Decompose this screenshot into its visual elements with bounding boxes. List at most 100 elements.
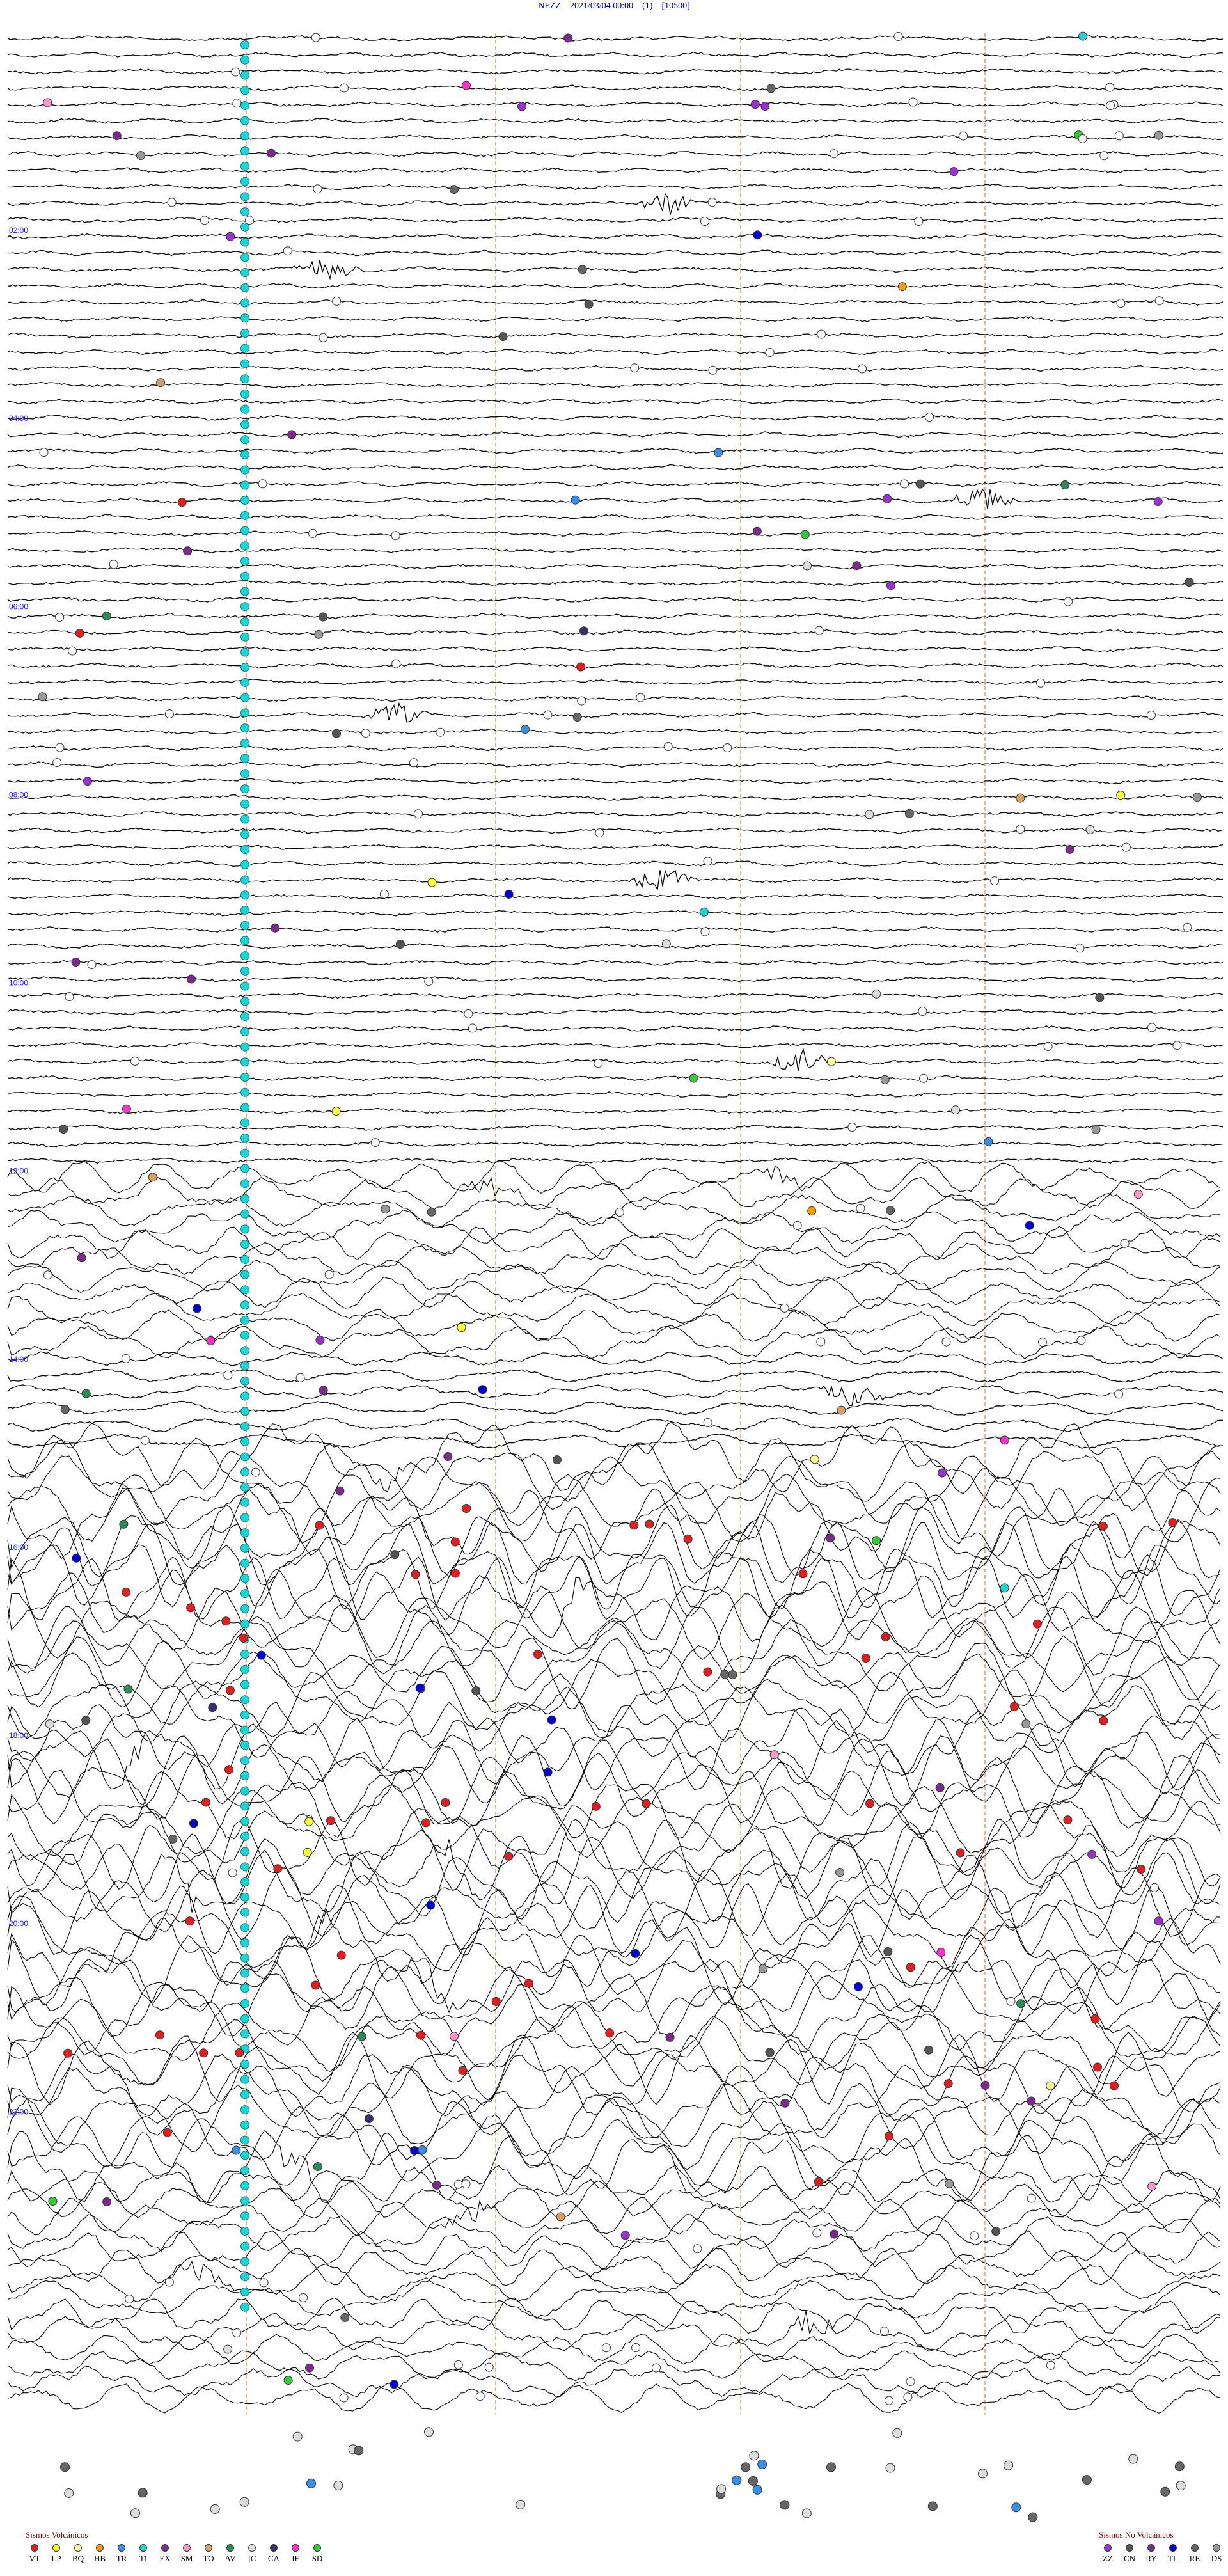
event-marker [826, 1057, 836, 1066]
event-marker [1168, 1518, 1177, 1528]
event-marker [1110, 2081, 1119, 2090]
event-marker [1116, 299, 1126, 308]
event-marker [319, 612, 328, 622]
ti-marker [240, 177, 249, 186]
seismic-trace [7, 1983, 1221, 2056]
event-marker [311, 1980, 320, 1990]
event-marker [326, 1816, 335, 1826]
ti-marker [240, 1346, 249, 1355]
event-marker [1021, 1719, 1031, 1729]
event-marker [716, 2484, 727, 2494]
seismic-trace [7, 35, 1224, 42]
event-marker [130, 1056, 139, 1066]
event-marker [865, 810, 874, 819]
event-marker [432, 2180, 441, 2190]
event-marker [517, 102, 526, 111]
ti-marker [240, 1604, 249, 1613]
event-marker [595, 828, 604, 838]
ti-marker [240, 420, 249, 429]
legend-volcanic-dot-ca [270, 2544, 278, 2552]
event-marker [491, 1996, 501, 2006]
event-marker [1016, 825, 1025, 834]
seismic-trace [7, 1141, 1224, 1148]
event-marker [39, 448, 49, 457]
event-marker [803, 561, 812, 571]
ti-marker [240, 966, 249, 976]
event-marker [780, 2500, 790, 2510]
event-marker [576, 662, 586, 672]
event-marker [443, 1452, 453, 1461]
event-marker [935, 1783, 945, 1792]
event-marker [903, 2392, 913, 2402]
event-marker [1006, 1996, 1016, 2006]
ti-marker [240, 1482, 249, 1492]
seismic-trace [7, 2350, 1221, 2382]
event-marker [572, 713, 582, 722]
ti-marker [240, 1240, 249, 1249]
event-marker [55, 613, 65, 622]
ti-marker [240, 435, 249, 445]
event-marker [1000, 1435, 1009, 1445]
event-marker [943, 2079, 953, 2089]
ti-marker [240, 146, 249, 156]
ti-marker [240, 1664, 249, 1674]
seismic-trace [7, 1417, 1224, 1432]
event-marker [299, 2293, 308, 2302]
event-marker [1075, 944, 1085, 953]
event-marker [1192, 793, 1202, 802]
seismic-trace [7, 844, 1224, 851]
ti-marker [240, 1543, 249, 1553]
seismic-trace [7, 1124, 1224, 1131]
seismic-trace [7, 860, 1224, 867]
event-marker [852, 561, 862, 571]
seismic-trace [7, 1400, 1224, 1416]
event-marker [1105, 83, 1115, 92]
ti-marker [240, 1012, 249, 1022]
seismic-trace [7, 1091, 1224, 1098]
ti-marker [240, 237, 249, 247]
ti-marker [240, 845, 249, 855]
seismic-trace [7, 514, 1224, 521]
ti-marker [240, 1103, 249, 1112]
seismic-trace [7, 959, 1224, 966]
seismic-trace [7, 702, 1224, 723]
event-marker [714, 448, 723, 457]
event-marker [577, 696, 586, 706]
event-marker [283, 2376, 293, 2385]
legend-volcanic-label-ex: EX [159, 2554, 171, 2563]
event-marker [769, 1750, 779, 1760]
seismic-trace [7, 1635, 1221, 1710]
legend-nonvolcanic: Sismos No Volcánicos ZZ CN RY TL RE DS [1099, 2530, 1225, 2564]
event-marker [416, 2030, 425, 2040]
ti-marker [240, 2135, 249, 2145]
event-marker [324, 1270, 334, 1279]
event-marker [421, 1818, 430, 1828]
seismic-trace [7, 2383, 1221, 2414]
ti-marker [240, 587, 249, 596]
seismic-trace [7, 794, 1224, 801]
ti-marker [240, 1224, 249, 1234]
event-marker [533, 1650, 542, 1659]
event-marker [885, 2131, 893, 2141]
ti-marker [240, 1452, 249, 1462]
ti-marker [240, 1073, 249, 1082]
event-marker [1176, 2481, 1186, 2491]
seismic-trace [7, 662, 1224, 669]
ti-marker [240, 1862, 249, 1872]
event-marker [390, 1550, 400, 1560]
ti-marker [240, 1953, 249, 1963]
event-marker [201, 1798, 210, 1807]
ti-marker [240, 541, 249, 551]
event-marker [256, 1650, 266, 1660]
event-marker [450, 185, 459, 194]
event-marker [984, 1137, 993, 1146]
event-marker [707, 198, 717, 207]
ti-marker [240, 1908, 249, 1917]
seismic-trace [7, 1108, 1224, 1114]
event-marker [339, 2393, 349, 2403]
ti-marker [240, 799, 249, 809]
ti-marker [240, 2151, 249, 2160]
legend-volcanic-dot-ic [248, 2544, 256, 2552]
event-marker [605, 2028, 615, 2038]
legend-volcanic-label-sd: SD [311, 2554, 323, 2563]
